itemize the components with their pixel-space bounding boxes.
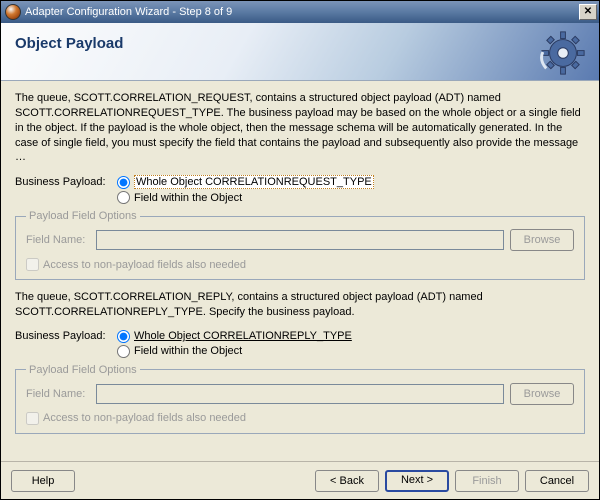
help-button[interactable]: Help [11,470,75,492]
business-payload-label-1: Business Payload: [15,176,117,188]
back-button[interactable]: < Back [315,470,379,492]
browse-button-reply: Browse [510,383,574,405]
field-name-label-2: Field Name: [26,388,90,400]
wizard-footer: Help < Back Next > Finish Cancel [1,461,599,499]
radio-whole-object-reply-label: Whole Object CORRELATIONREPLY_TYPE [134,330,352,342]
field-name-input-request [96,230,504,250]
request-description: The queue, SCOTT.CORRELATION_REQUEST, co… [15,91,585,165]
radio-field-within-reply[interactable] [117,345,130,358]
cancel-button[interactable]: Cancel [525,470,589,492]
finish-button: Finish [455,470,519,492]
payload-field-options-request: Payload Field Options Field Name: Browse… [15,210,585,280]
radio-field-within-request-label: Field within the Object [134,192,242,204]
radio-whole-object-request[interactable] [117,176,130,189]
next-button[interactable]: Next > [385,470,449,492]
app-icon [5,4,21,20]
radio-whole-object-request-label: Whole Object CORRELATIONREQUEST_TYPE [134,175,374,189]
field-name-input-reply [96,384,504,404]
access-nonpayload-checkbox-reply [26,412,39,425]
payload-field-options-legend-2: Payload Field Options [26,364,140,376]
window-title: Adapter Configuration Wizard - Step 8 of… [25,6,579,18]
close-button[interactable]: ✕ [579,4,597,20]
wizard-body: The queue, SCOTT.CORRELATION_REQUEST, co… [1,81,599,434]
browse-button-request: Browse [510,229,574,251]
payload-field-options-legend-1: Payload Field Options [26,210,140,222]
radio-field-within-reply-label: Field within the Object [134,345,242,357]
page-title: Object Payload [15,35,585,52]
field-name-label-1: Field Name: [26,234,90,246]
wizard-header: Object Payload [1,23,599,81]
radio-field-within-request[interactable] [117,191,130,204]
access-nonpayload-checkbox-request [26,258,39,271]
access-nonpayload-label-2: Access to non-payload fields also needed [43,412,246,424]
access-nonpayload-label-1: Access to non-payload fields also needed [43,259,246,271]
gear-icon [539,29,587,77]
titlebar: Adapter Configuration Wizard - Step 8 of… [1,1,599,23]
business-payload-label-2: Business Payload: [15,330,117,342]
radio-whole-object-reply[interactable] [117,330,130,343]
reply-description: The queue, SCOTT.CORRELATION_REPLY, cont… [15,290,585,320]
payload-field-options-reply: Payload Field Options Field Name: Browse… [15,364,585,434]
